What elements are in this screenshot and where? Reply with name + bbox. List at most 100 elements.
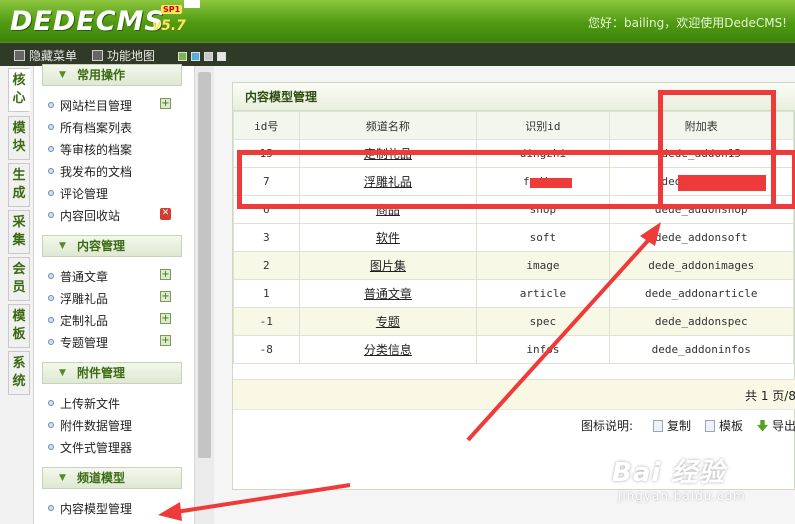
cell-id: -8 — [233, 335, 300, 364]
template-icon — [705, 419, 715, 432]
group-channel[interactable]: ▼ 频道模型 — [42, 467, 182, 489]
top-tab-marker — [184, 0, 200, 8]
menu-item-relief[interactable]: 浮雕礼品 + — [48, 288, 178, 308]
menu-scrollbar[interactable] — [194, 66, 214, 524]
menu-item-label: 浮雕礼品 — [60, 291, 109, 306]
group-common[interactable]: ▼ 常用操作 — [42, 64, 182, 86]
menu-item-label: 附件数据管理 — [60, 418, 133, 433]
bullet-icon — [48, 317, 54, 323]
skin-swatch-light[interactable] — [217, 52, 226, 61]
clear-icon[interactable]: ✕ — [160, 208, 171, 220]
cell-name[interactable]: 普通文章 — [298, 279, 478, 308]
skin-swatch-blue[interactable] — [191, 52, 200, 61]
group-content[interactable]: ▼ 内容管理 — [42, 235, 182, 257]
baidu-watermark: Bai 经验 jingyan.baidu.com — [612, 452, 746, 503]
vtab-collect[interactable]: 采集 — [8, 210, 30, 254]
collapse-arrow-icon: ▼ — [59, 241, 66, 251]
menu-item-label: 普通文章 — [60, 269, 109, 284]
col-id: id号 — [233, 111, 300, 140]
menu-item-comments[interactable]: 评论管理 — [48, 183, 108, 203]
redaction-nid — [530, 178, 572, 188]
cell-id: 3 — [233, 223, 300, 252]
menu-item-label: 所有档案列表 — [60, 120, 133, 135]
bullet-icon — [48, 339, 54, 345]
bullet-icon — [48, 124, 54, 130]
collapse-arrow-icon: ▼ — [59, 70, 66, 80]
cell-name[interactable]: 专题 — [298, 307, 478, 336]
add-icon[interactable]: + — [160, 269, 171, 280]
menu-item-label: 内容回收站 — [60, 208, 121, 223]
menu-item-pending[interactable]: 等审核的档案 — [48, 139, 132, 159]
welcome-text: 您好：bailing，欢迎使用DedeCMS! — [588, 16, 787, 30]
site-map-button[interactable]: 功能地图 — [92, 47, 155, 64]
vtab-generate[interactable]: 生成 — [8, 163, 30, 207]
menu-item-recycle[interactable]: 内容回收站 ✕ — [48, 205, 178, 225]
legend-template-label: 模板 — [719, 419, 744, 433]
bullet-icon — [48, 400, 54, 406]
redaction-table — [678, 175, 766, 191]
menu-item-label: 专题管理 — [60, 335, 109, 350]
cell-table: dede_addoninfos — [608, 335, 795, 364]
add-icon[interactable]: + — [160, 335, 171, 346]
top-banner: DEDECMS v5.7 SP1 您好：bailing，欢迎使用DedeCMS! — [0, 0, 795, 42]
group-title: 常用操作 — [77, 68, 126, 82]
dedecms-logo: DEDECMS — [10, 6, 165, 37]
cell-name[interactable]: 分类信息 — [298, 335, 478, 364]
menu-item-upload[interactable]: 上传新文件 — [48, 393, 120, 413]
vtab-module[interactable]: 模块 — [8, 116, 30, 160]
bullet-icon — [48, 190, 54, 196]
vtab-core[interactable]: 核心 — [8, 68, 30, 112]
add-icon[interactable]: + — [160, 291, 171, 302]
group-title: 内容管理 — [77, 239, 126, 253]
add-icon[interactable]: + — [160, 313, 171, 324]
vtab-member[interactable]: 会员 — [8, 257, 30, 301]
menu-item-my-docs[interactable]: 我发布的文档 — [48, 161, 132, 181]
skin-swatch-gray[interactable] — [204, 52, 213, 61]
cell-table: dede_addonsoft — [608, 223, 795, 252]
hide-menu-icon — [14, 50, 25, 61]
site-map-icon — [92, 50, 103, 61]
vtab-template[interactable]: 模板 — [8, 304, 30, 348]
collapse-arrow-icon: ▼ — [59, 473, 66, 483]
menu-item-label: 上传新文件 — [60, 396, 121, 411]
menu-item-label: 定制礼品 — [60, 313, 109, 328]
pager-bar: 共 1 页/8 — [233, 379, 795, 409]
cell-name[interactable]: 图片集 — [298, 251, 478, 280]
skin-swatch-green[interactable] — [178, 52, 187, 61]
legend-copy: 复制 — [653, 417, 691, 434]
menu-item-special[interactable]: 专题管理 + — [48, 332, 178, 352]
hide-menu-label: 隐藏菜单 — [29, 49, 78, 63]
cell-table: dede_addonarticle — [608, 279, 795, 308]
menu-item-custom[interactable]: 定制礼品 + — [48, 310, 178, 330]
group-attachment[interactable]: ▼ 附件管理 — [42, 362, 182, 384]
vtab-system[interactable]: 系统 — [8, 351, 30, 395]
cell-name[interactable]: 软件 — [298, 223, 478, 252]
menu-item-all-docs[interactable]: 所有档案列表 — [48, 117, 132, 137]
copy-icon — [653, 419, 663, 432]
scrollbar-thumb[interactable] — [198, 72, 211, 458]
add-icon[interactable]: + — [160, 98, 171, 109]
cell-nid: soft — [476, 223, 610, 252]
cell-nid: image — [476, 251, 610, 280]
table-row: -1 专题 spec dede_addonspec — [233, 307, 795, 336]
menu-item-model-manage[interactable]: 内容模型管理 — [48, 498, 132, 518]
legend-label: 图标说明: — [581, 419, 634, 433]
bullet-icon — [48, 168, 54, 174]
menu-item-article[interactable]: 普通文章 + — [48, 266, 178, 286]
menu-item-column[interactable]: 网站栏目管理 + — [48, 95, 178, 115]
watermark-logo: Bai 经验 — [612, 458, 726, 488]
sp1-badge: SP1 — [161, 5, 183, 14]
menu-item-attach-data[interactable]: 附件数据管理 — [48, 415, 132, 435]
pager-text: 共 1 页/8 — [745, 389, 795, 403]
export-icon — [757, 419, 768, 432]
menu-item-file-manager[interactable]: 文件式管理器 — [48, 437, 132, 457]
hide-menu-button[interactable]: 隐藏菜单 — [14, 47, 77, 64]
collapse-arrow-icon: ▼ — [59, 368, 66, 378]
cell-id: 2 — [233, 251, 300, 280]
bullet-icon — [48, 212, 54, 218]
watermark-url: jingyan.baidu.com — [618, 489, 746, 503]
menu-item-label: 内容模型管理 — [60, 501, 133, 516]
cell-nid: infos — [476, 335, 610, 364]
vertical-tab-bar: 核心 模块 生成 采集 会员 模板 系统 — [0, 66, 34, 524]
bullet-icon — [48, 505, 54, 511]
